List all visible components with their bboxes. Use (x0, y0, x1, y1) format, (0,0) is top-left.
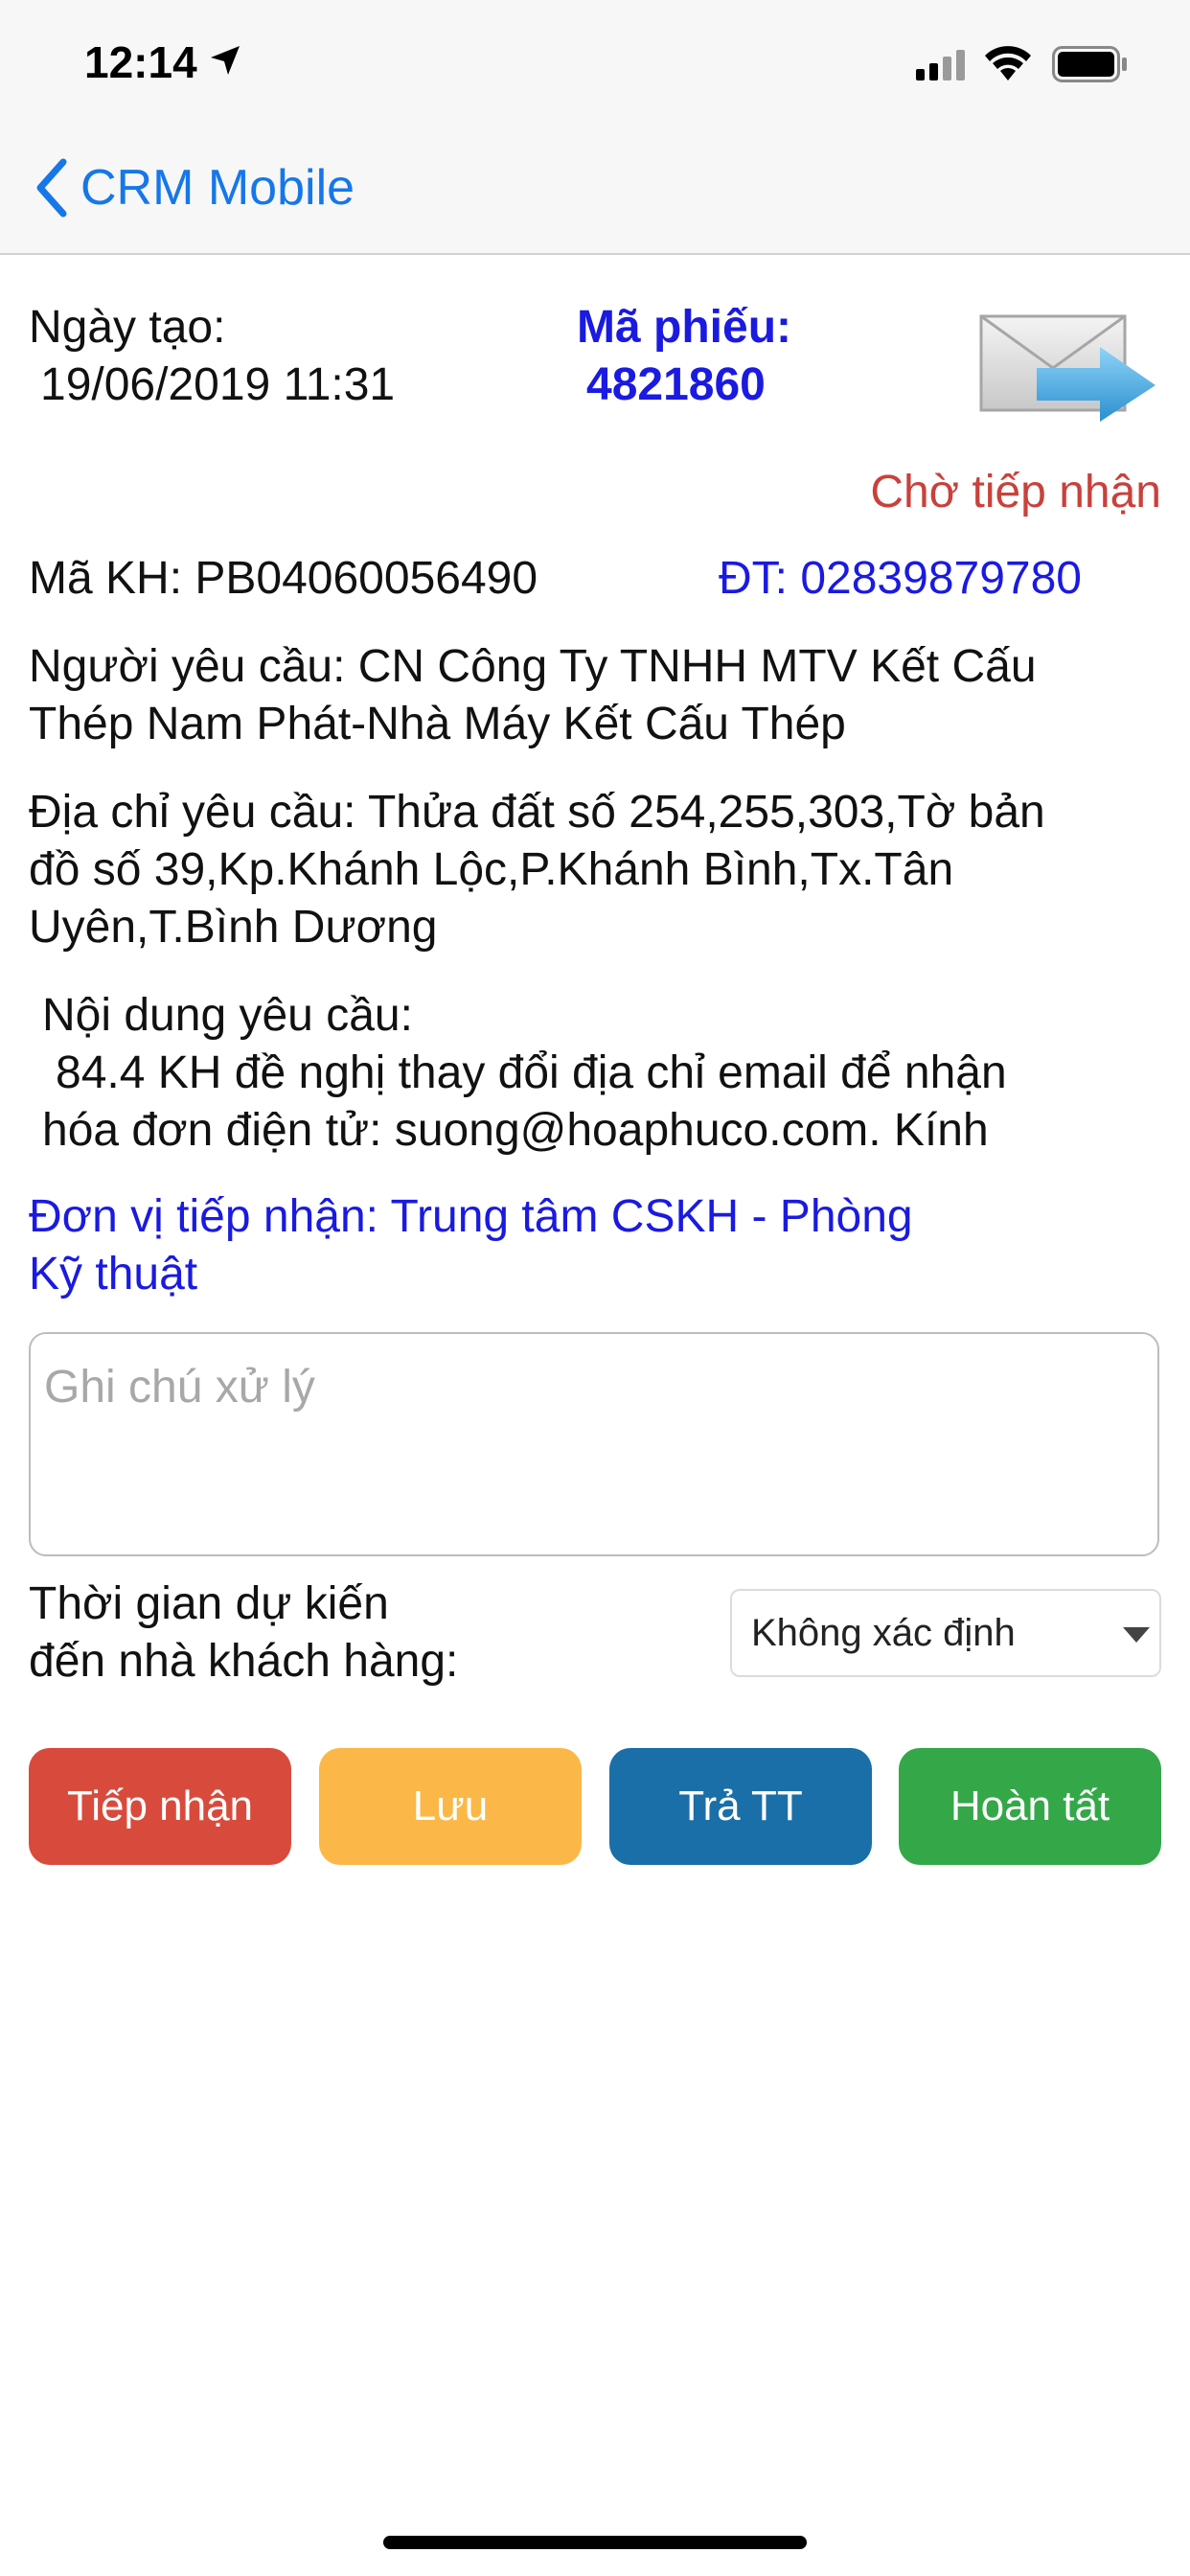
battery-icon (1052, 46, 1127, 82)
save-button[interactable]: Lưu (319, 1748, 582, 1865)
content-line-2: hóa đơn điện tử: suong@hoaphuco.com. Kín… (42, 1105, 989, 1156)
send-mail-icon[interactable] (977, 309, 1159, 424)
receiving-unit-line-1: Đơn vị tiếp nhận: Trung tâm CSKH - Phòng (29, 1191, 913, 1242)
address-line-3: Uyên,T.Bình Dương (29, 902, 438, 953)
cellular-signal-icon (916, 50, 965, 80)
created-date-value: 19/06/2019 11:31 (40, 359, 396, 410)
address-line-1: Địa chỉ yêu cầu: Thửa đất số 254,255,303… (29, 787, 1045, 838)
back-button-label: CRM Mobile (80, 160, 355, 216)
address-line-2: đồ số 39,Kp.Khánh Lộc,P.Khánh Bình,Tx.Tâ… (29, 844, 954, 895)
customer-code: Mã KH: PB04060056490 (29, 553, 538, 604)
eta-label-line-1: Thời gian dự kiến (29, 1578, 389, 1629)
home-indicator[interactable] (383, 2536, 807, 2549)
back-button[interactable]: CRM Mobile (34, 153, 355, 222)
status-time: 12:14 (84, 37, 197, 87)
receiving-unit-line-2: Kỹ thuật (29, 1249, 198, 1300)
eta-select[interactable]: Không xác định (730, 1589, 1161, 1677)
ticket-code-value: 4821860 (586, 359, 766, 410)
top-bar: 12:14 CRM Mobile (0, 0, 1190, 255)
content-label: Nội dung yêu cầu: (42, 990, 413, 1041)
requester-line-1: Người yêu cầu: CN Công Ty TNHH MTV Kết C… (29, 641, 1037, 692)
phone-number[interactable]: ĐT: 02839879780 (719, 550, 1082, 608)
location-arrow-icon (211, 46, 240, 75)
created-date-label: Ngày tạo: (29, 302, 226, 353)
status-badge: Chờ tiếp nhận (870, 467, 1161, 518)
wifi-icon (985, 46, 1031, 80)
return-button[interactable]: Trả TT (609, 1748, 872, 1865)
chevron-left-icon (36, 158, 67, 218)
receive-button[interactable]: Tiếp nhận (29, 1748, 291, 1865)
content-line-1: 84.4 KH đề nghị thay đổi địa chỉ email đ… (56, 1047, 1007, 1098)
complete-button[interactable]: Hoàn tất (899, 1748, 1161, 1865)
dropdown-caret-icon (1123, 1627, 1150, 1643)
eta-label-line-2: đến nhà khách hàng: (29, 1636, 459, 1687)
requester-line-2: Thép Nam Phát-Nhà Máy Kết Cấu Thép (29, 699, 846, 749)
ticket-code-label: Mã phiếu: (577, 302, 791, 353)
eta-select-value: Không xác định (751, 1611, 1016, 1654)
processing-notes-input[interactable] (29, 1332, 1159, 1556)
